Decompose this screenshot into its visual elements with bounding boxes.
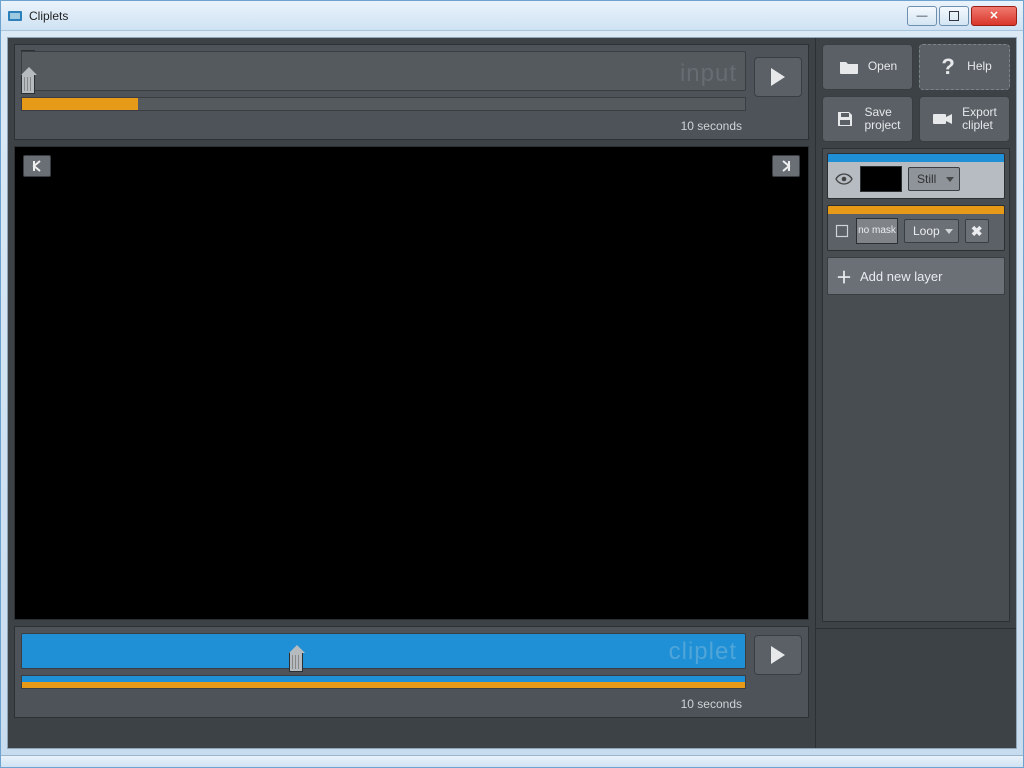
input-timeline-panel: input 10 seconds [14, 44, 809, 140]
minimize-button[interactable]: — [907, 6, 937, 26]
layer-type-select[interactable]: Loop [904, 219, 959, 243]
right-column: Open ? Help Save project [816, 38, 1016, 748]
plus-icon: ＋ [836, 264, 852, 288]
cliplet-duration-label: 10 seconds [21, 695, 746, 711]
open-button[interactable]: Open [822, 44, 913, 90]
export-cliplet-button[interactable]: Export cliplet [919, 96, 1010, 142]
cliplet-play-button[interactable] [754, 635, 802, 675]
delete-layer-button[interactable]: ✖ [965, 219, 989, 243]
app-window: Cliplets — ✕ input [0, 0, 1024, 768]
prev-frame-button[interactable] [23, 155, 51, 177]
open-label: Open [868, 60, 897, 73]
cliplet-segments-track[interactable] [21, 675, 746, 689]
main-toolbar: Open ? Help Save project [816, 38, 1016, 148]
window-title: Cliplets [29, 9, 68, 23]
cliplet-timeline-panel: cliplet 10 seconds [14, 626, 809, 718]
layer-type-select[interactable]: Still [908, 167, 960, 191]
save-project-label: Save project [864, 106, 900, 132]
layers-panel: Still no mask Loop [822, 148, 1010, 622]
layer-mask-thumbnail[interactable]: no mask [856, 218, 898, 244]
titlebar[interactable]: Cliplets — ✕ [1, 1, 1023, 31]
save-icon [834, 110, 856, 128]
add-layer-label: Add new layer [860, 269, 942, 284]
cliplet-timeline-track[interactable]: cliplet [21, 633, 746, 669]
cliplet-playhead-handle[interactable] [289, 652, 303, 672]
preview-viewport[interactable] [14, 146, 809, 620]
folder-icon [838, 59, 860, 75]
camera-icon [932, 112, 954, 126]
visibility-toggle[interactable] [834, 172, 854, 186]
save-project-button[interactable]: Save project [822, 96, 913, 142]
help-button[interactable]: ? Help [919, 44, 1010, 90]
help-label: Help [967, 60, 992, 73]
left-column: input 10 seconds [8, 38, 816, 748]
layer-accent [828, 154, 1004, 162]
input-watermark: input [680, 60, 737, 88]
export-cliplet-label: Export cliplet [962, 106, 997, 132]
layer-accent [828, 206, 1004, 214]
layer-thumbnail[interactable] [860, 166, 902, 192]
maximize-button[interactable] [939, 6, 969, 26]
layer-item[interactable]: no mask Loop ✖ [827, 205, 1005, 251]
os-taskbar-edge [1, 755, 1023, 767]
close-button[interactable]: ✕ [971, 6, 1017, 26]
visibility-toggle[interactable] [834, 224, 850, 238]
add-layer-button[interactable]: ＋ Add new layer [827, 257, 1005, 295]
input-playhead-handle[interactable] [21, 74, 35, 94]
input-play-button[interactable] [754, 57, 802, 97]
play-icon [771, 646, 785, 664]
window-controls: — ✕ [905, 6, 1017, 26]
next-frame-button[interactable] [772, 155, 800, 177]
app-body: input 10 seconds [7, 37, 1017, 749]
layer-item[interactable]: Still [827, 153, 1005, 199]
right-bottom-empty [816, 628, 1016, 748]
input-duration-label: 10 seconds [21, 117, 746, 133]
app-icon [7, 8, 23, 24]
input-timeline-track[interactable]: input [21, 51, 746, 91]
play-icon [771, 68, 785, 86]
input-loaded-track[interactable] [21, 97, 746, 111]
help-icon: ? [937, 55, 959, 79]
